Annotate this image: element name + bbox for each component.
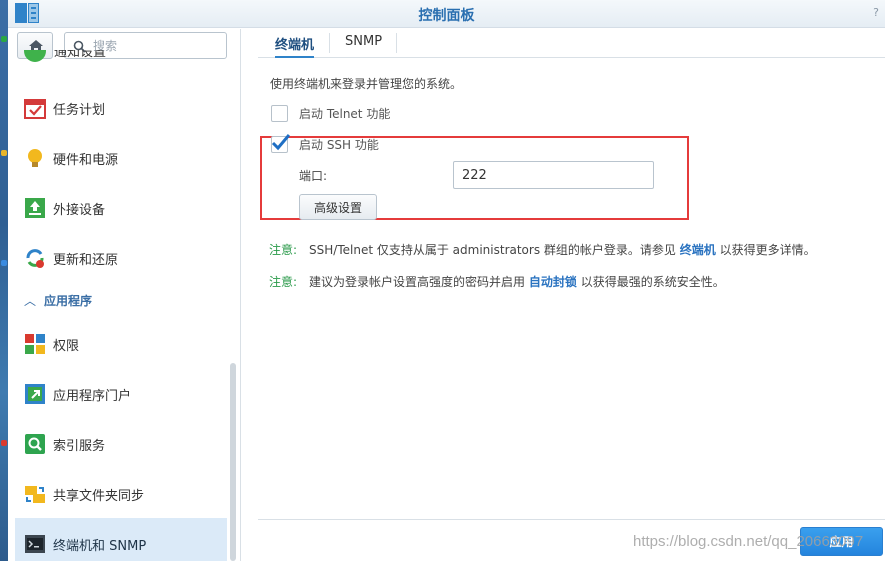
task-schedule-icon <box>24 99 46 119</box>
external-devices-icon <box>25 198 45 218</box>
terminal-help-link[interactable]: 终端机 <box>680 243 716 257</box>
window-title: 控制面板 <box>418 8 475 24</box>
tab-separator <box>329 33 330 53</box>
sidebar-item-label: 索引服务 <box>53 439 106 454</box>
sidebar-item-terminal-snmp[interactable]: 终端机和 SNMP <box>15 518 227 561</box>
tab-terminal[interactable]: 终端机 <box>275 34 315 58</box>
sidebar-item-privileges[interactable]: 权限 <box>15 318 227 368</box>
chevron-up-icon: ︿ <box>24 294 37 308</box>
note-text: SSH/Telnet 仅支持从属于 administrators 群组的帐户登录… <box>309 243 676 257</box>
window-titlebar[interactable]: 控制面板 ? <box>8 0 885 28</box>
section-header-applications[interactable]: ︿ 应用程序 <box>24 292 92 309</box>
desktop-icon-fragment <box>1 36 7 42</box>
note-label: 注意: <box>269 275 298 289</box>
note-label: 注意: <box>269 243 298 257</box>
sidebar: 通知设置 任务计划 硬件和电源 外接设备 更新和还原 ︿应用程 <box>8 29 240 561</box>
sidebar-item-notification[interactable]: 通知设置 <box>24 50 229 64</box>
port-input[interactable] <box>453 161 654 189</box>
pane-divider <box>240 29 241 561</box>
sidebar-item-shared-folder-sync[interactable]: 共享文件夹同步 <box>15 468 227 518</box>
note-text: 以获得最强的系统安全性。 <box>580 275 725 289</box>
sidebar-item-label: 外接设备 <box>53 203 106 218</box>
privileges-icon <box>25 334 45 354</box>
sidebar-item-app-portal[interactable]: 应用程序门户 <box>15 368 227 418</box>
desktop-icon-fragment <box>1 260 7 266</box>
hardware-power-icon <box>28 149 42 167</box>
sidebar-item-label: 硬件和电源 <box>53 153 119 168</box>
watermark: https://blog.csdn.net/qq_20663097 <box>633 533 864 550</box>
sidebar-item-label: 终端机和 SNMP <box>53 539 147 554</box>
tab-snmp[interactable]: SNMP <box>345 34 382 58</box>
indexing-service-icon <box>25 434 45 454</box>
tab-bar: 终端机 SNMP <box>258 29 885 58</box>
advanced-settings-button[interactable]: 高级设置 <box>299 194 377 220</box>
ssh-label: 启动 SSH 功能 <box>299 138 379 152</box>
ssh-checkbox[interactable] <box>271 134 291 153</box>
port-label: 端口: <box>299 169 328 183</box>
sidebar-item-update-restore[interactable]: 更新和还原 <box>15 232 227 282</box>
section-header-label: 应用程序 <box>44 294 93 308</box>
note-ssh-admin: 注意: SSH/Telnet 仅支持从属于 administrators 群组的帐… <box>269 241 816 258</box>
notification-icon <box>24 50 46 62</box>
sidebar-item-hardware-power[interactable]: 硬件和电源 <box>15 132 227 182</box>
sidebar-item-external-devices[interactable]: 外接设备 <box>15 182 227 232</box>
footer-divider <box>258 519 885 520</box>
desktop-icon-fragment <box>1 150 7 156</box>
desktop-icon-fragment <box>1 440 7 446</box>
auto-block-link[interactable]: 自动封锁 <box>529 275 577 289</box>
sidebar-item-label: 任务计划 <box>53 103 106 118</box>
note-text: 建议为登录帐户设置高强度的密码并启用 <box>309 275 526 289</box>
sidebar-item-task-scheduler[interactable]: 任务计划 <box>15 82 227 132</box>
sidebar-item-label: 通知设置 <box>54 50 107 60</box>
note-text: 以获得更多详情。 <box>719 243 816 257</box>
tab-separator <box>396 33 397 53</box>
sidebar-item-label: 共享文件夹同步 <box>53 489 145 504</box>
app-portal-icon <box>25 384 45 404</box>
sidebar-scrollbar[interactable] <box>230 363 236 561</box>
terminal-description: 使用终端机来登录并管理您的系统。 <box>270 77 463 91</box>
help-icon[interactable]: ? <box>873 6 879 19</box>
sidebar-item-label: 更新和还原 <box>53 253 119 268</box>
telnet-label: 启动 Telnet 功能 <box>299 107 391 121</box>
sidebar-item-label: 权限 <box>53 339 80 354</box>
checkmark-icon <box>271 134 291 151</box>
sidebar-item-indexing-service[interactable]: 索引服务 <box>15 418 227 468</box>
terminal-snmp-icon <box>25 535 45 553</box>
note-password: 注意: 建议为登录帐户设置高强度的密码并启用 自动封锁 以获得最强的系统安全性。 <box>269 273 725 290</box>
telnet-checkbox[interactable] <box>271 105 288 122</box>
desktop-background-strip <box>0 0 8 561</box>
sidebar-item-label: 应用程序门户 <box>53 389 132 404</box>
shared-folder-sync-icon <box>25 486 45 503</box>
update-restore-icon <box>26 249 44 268</box>
